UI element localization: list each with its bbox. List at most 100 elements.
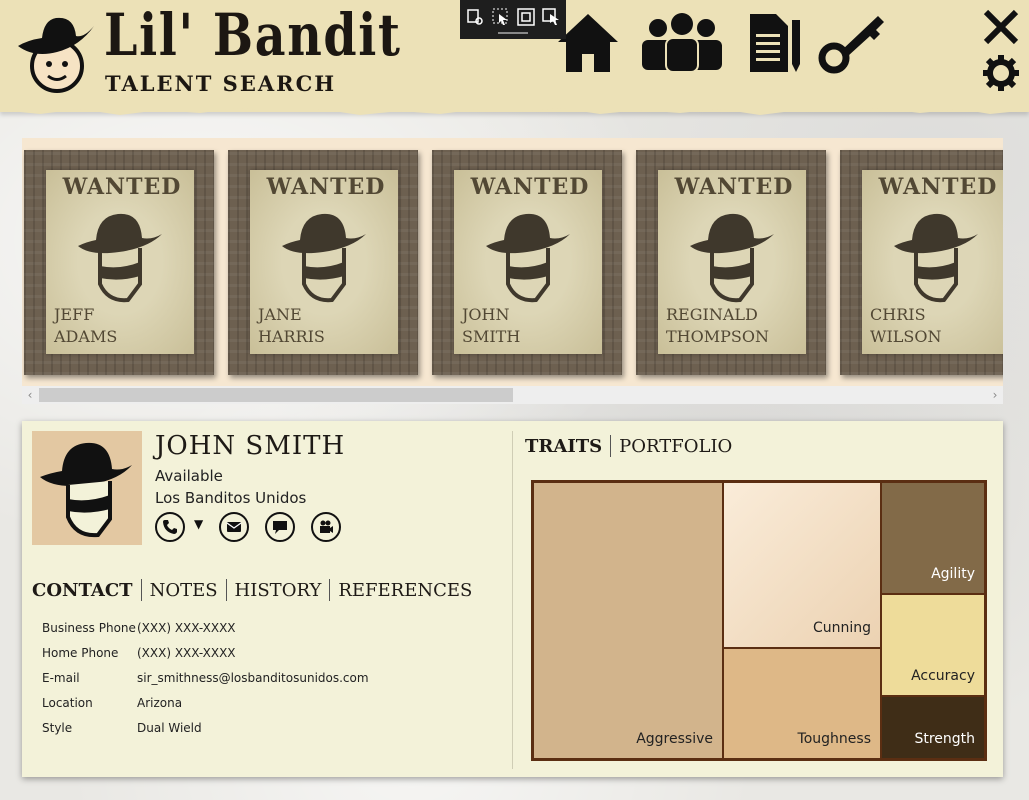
candidate-card[interactable]: WANTED JOHN SMITH — [432, 150, 622, 375]
live-tree-icon[interactable] — [466, 8, 484, 26]
contact-value: (XXX) XXX-XXXX — [137, 646, 236, 660]
traits-treemap: Aggressive Cunning Toughness Agility Acc… — [531, 480, 987, 761]
document-icon[interactable] — [748, 12, 802, 74]
tab-notes[interactable]: NOTES — [142, 580, 226, 601]
contact-label: E-mail — [42, 671, 80, 685]
people-icon[interactable] — [640, 12, 724, 74]
candidate-last-name: ADAMS — [54, 327, 118, 346]
candidate-first-name: JANE — [258, 305, 302, 324]
avatar — [32, 431, 142, 545]
key-icon[interactable] — [818, 12, 888, 74]
bandit-face-icon — [40, 442, 132, 538]
chat-button[interactable] — [265, 512, 295, 542]
candidate-first-name: CHRIS — [870, 305, 926, 324]
header-torn-edge — [0, 100, 1029, 115]
candidate-first-name: JOHN — [462, 305, 510, 324]
call-button[interactable] — [155, 512, 185, 542]
candidate-name: REGINALD THOMPSON — [666, 304, 806, 348]
trait-accuracy[interactable]: Accuracy — [881, 594, 985, 696]
wanted-label: WANTED — [470, 174, 590, 200]
phone-dropdown-arrow[interactable]: ▼ — [194, 517, 203, 531]
contact-value: sir_smithness@losbanditosunidos.com — [137, 671, 369, 685]
trait-label: Cunning — [812, 620, 871, 636]
trait-label: Accuracy — [911, 668, 975, 684]
candidate-last-name: THOMPSON — [666, 327, 769, 346]
horizontal-scrollbar[interactable]: ‹ › — [22, 386, 1003, 404]
candidate-name: CHRIS WILSON — [870, 304, 1003, 348]
trait-label: Toughness — [797, 731, 871, 747]
bandit-face-icon — [690, 213, 774, 303]
candidate-last-name: SMITH — [462, 327, 521, 346]
candidate-strip: WANTED JEFF ADAMS WANTED JANE HARRIS WAN… — [22, 138, 1003, 404]
person-organization: Los Banditos Unidos — [155, 489, 307, 507]
display-layout-icon[interactable] — [517, 8, 535, 26]
contact-label: Location — [42, 696, 93, 710]
email-button[interactable] — [219, 512, 249, 542]
phone-icon — [163, 520, 177, 534]
scroll-right-arrow[interactable]: › — [987, 386, 1003, 404]
debug-toolbar — [460, 0, 566, 39]
contact-label: Home Phone — [42, 646, 119, 660]
bandit-face-icon — [78, 213, 162, 303]
wanted-label: WANTED — [266, 174, 386, 200]
profile-tabs: CONTACT NOTES HISTORY REFERENCES — [24, 579, 480, 601]
close-icon[interactable] — [982, 8, 1020, 46]
trait-strength[interactable]: Strength — [881, 696, 985, 759]
traits-tabs: TRAITS PORTFOLIO — [517, 435, 740, 457]
candidate-first-name: REGINALD — [666, 305, 758, 324]
person-name: JOHN SMITH — [155, 431, 346, 461]
wanted-label: WANTED — [674, 174, 794, 200]
bandit-face-icon — [894, 213, 978, 303]
trait-label: Aggressive — [636, 731, 713, 747]
poster-paper: WANTED JANE HARRIS — [250, 170, 398, 354]
toolbar-grip[interactable] — [498, 32, 528, 34]
candidate-name: JEFF ADAMS — [54, 304, 194, 348]
select-element-icon[interactable] — [492, 8, 510, 26]
trait-cunning[interactable]: Cunning — [723, 482, 881, 648]
bandit-logo-icon — [18, 17, 94, 93]
wanted-label: WANTED — [878, 174, 998, 200]
video-icon — [320, 520, 333, 533]
trait-toughness[interactable]: Toughness — [723, 648, 881, 759]
wanted-label: WANTED — [62, 174, 182, 200]
panel-divider — [512, 431, 513, 769]
poster-paper: WANTED JEFF ADAMS — [46, 170, 194, 354]
chat-icon — [273, 521, 287, 534]
poster-paper: WANTED JOHN SMITH — [454, 170, 602, 354]
scroll-left-arrow[interactable]: ‹ — [22, 386, 38, 404]
track-focus-icon[interactable] — [542, 8, 560, 26]
candidate-name: JOHN SMITH — [462, 304, 602, 348]
mail-icon — [226, 522, 242, 532]
candidate-last-name: HARRIS — [258, 327, 325, 346]
tab-portfolio[interactable]: PORTFOLIO — [611, 436, 740, 457]
tab-contact[interactable]: CONTACT — [24, 580, 141, 601]
app-title: Lil' Bandit — [104, 1, 402, 69]
trait-label: Strength — [914, 731, 975, 747]
video-call-button[interactable] — [311, 512, 341, 542]
gear-icon[interactable] — [982, 54, 1020, 92]
app-header: Lil' Bandit TALENT SEARCH — [0, 0, 1029, 112]
scroll-thumb[interactable] — [39, 388, 513, 402]
contact-label: Style — [42, 721, 73, 735]
tab-traits[interactable]: TRAITS — [517, 436, 610, 457]
candidate-name: JANE HARRIS — [258, 304, 398, 348]
contact-value: Dual Wield — [137, 721, 202, 735]
candidate-card[interactable]: WANTED REGINALD THOMPSON — [636, 150, 826, 375]
candidate-first-name: JEFF — [54, 305, 95, 324]
profile-panel: JOHN SMITH Available Los Banditos Unidos… — [22, 421, 1003, 777]
tab-history[interactable]: HISTORY — [227, 580, 330, 601]
bandit-face-icon — [282, 213, 366, 303]
tab-references[interactable]: REFERENCES — [330, 580, 480, 601]
trait-aggressive[interactable]: Aggressive — [533, 482, 723, 759]
candidate-card[interactable]: WANTED CHRIS WILSON — [840, 150, 1003, 375]
poster-paper: WANTED REGINALD THOMPSON — [658, 170, 806, 354]
contact-label: Business Phone — [42, 621, 136, 635]
candidate-card[interactable]: WANTED JANE HARRIS — [228, 150, 418, 375]
contact-value: Arizona — [137, 696, 183, 710]
bandit-face-icon — [486, 213, 570, 303]
candidate-last-name: WILSON — [870, 327, 942, 346]
contact-value: (XXX) XXX-XXXX — [137, 621, 236, 635]
candidate-card[interactable]: WANTED JEFF ADAMS — [24, 150, 214, 375]
trait-label: Agility — [931, 566, 975, 582]
trait-agility[interactable]: Agility — [881, 482, 985, 594]
